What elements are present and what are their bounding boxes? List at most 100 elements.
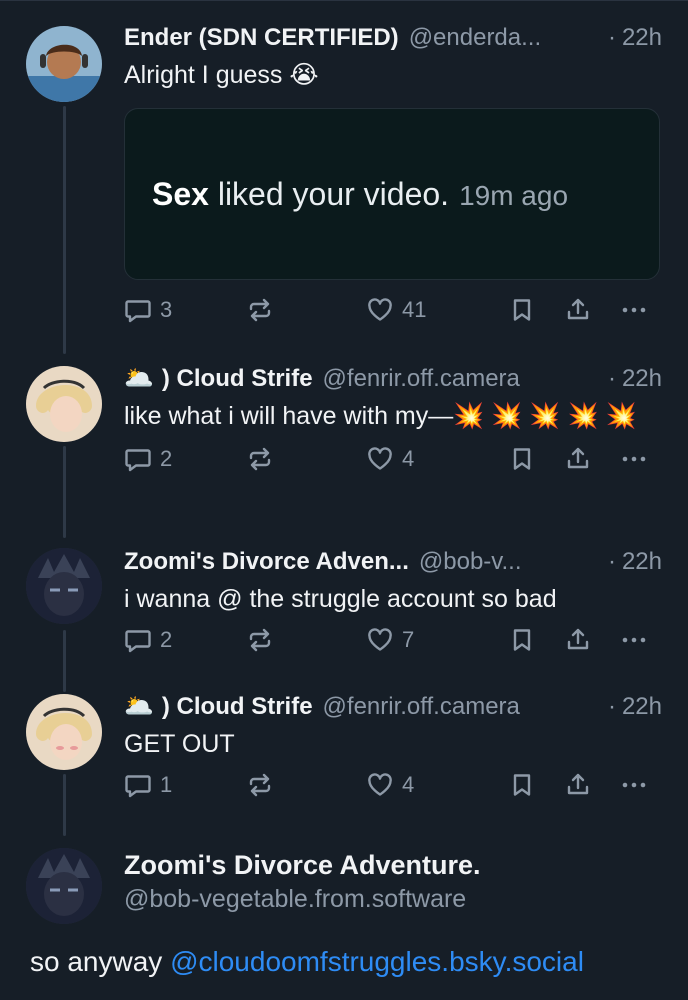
- like-count: 7: [402, 627, 415, 652]
- reply-button[interactable]: 3: [124, 296, 172, 324]
- share-icon: [564, 445, 592, 473]
- more-icon: [620, 296, 648, 324]
- avatar[interactable]: [26, 548, 102, 624]
- like-button[interactable]: 41: [366, 296, 426, 324]
- embed-time: 19m ago: [459, 179, 569, 211]
- user-handle[interactable]: @fenrir.off.camera: [323, 363, 520, 395]
- heart-icon: [366, 626, 394, 654]
- post-time[interactable]: 22h: [622, 22, 662, 54]
- repost-icon: [246, 626, 274, 654]
- reply-icon: [124, 771, 152, 799]
- like-count: 4: [402, 772, 415, 797]
- post-text-body: so anyway: [30, 946, 171, 977]
- bookmark-button[interactable]: [508, 445, 536, 473]
- reply-button[interactable]: 1: [124, 771, 172, 799]
- name-emoji: 🌥️: [124, 692, 154, 720]
- avatar[interactable]: [26, 26, 102, 102]
- like-button[interactable]: 7: [366, 626, 414, 654]
- avatar[interactable]: [26, 848, 102, 924]
- display-name[interactable]: ) Cloud Strife: [162, 691, 313, 723]
- separator-dot: ·: [607, 693, 616, 720]
- user-handle[interactable]: @bob-vegetable.from.software: [124, 885, 662, 914]
- reply-icon: [124, 296, 152, 324]
- user-handle[interactable]: @bob-v...: [419, 546, 522, 578]
- more-icon: [620, 445, 648, 473]
- more-options-button[interactable]: [620, 771, 648, 799]
- user-handle[interactable]: @fenrir.off.camera: [323, 691, 520, 723]
- post-text: GET OUT: [124, 730, 235, 758]
- post-header: Zoomi's Divorce Adven... @bob-v... · 22h: [124, 546, 662, 578]
- mention-link[interactable]: @cloudoomfstruggles.bsky.social: [170, 946, 584, 977]
- share-button[interactable]: [564, 296, 592, 324]
- post-time[interactable]: 22h: [622, 691, 662, 723]
- share-button[interactable]: [564, 626, 592, 654]
- repost-button[interactable]: [246, 626, 274, 654]
- top-divider: [0, 0, 688, 1]
- more-options-button[interactable]: [620, 445, 648, 473]
- share-icon: [564, 296, 592, 324]
- avatar[interactable]: [26, 694, 102, 770]
- post-actions: 2 7: [124, 626, 662, 666]
- heart-icon: [366, 445, 394, 473]
- separator-dot: ·: [607, 365, 616, 392]
- separator-dot: ·: [607, 24, 616, 51]
- post-header: 🌥️ ) Cloud Strife @fenrir.off.camera · 2…: [124, 362, 662, 395]
- share-button[interactable]: [564, 771, 592, 799]
- repost-icon: [246, 296, 274, 324]
- reply-button[interactable]: 2: [124, 626, 172, 654]
- thread-line: [63, 630, 66, 692]
- bookmark-icon: [508, 771, 536, 799]
- reply-icon: [124, 445, 152, 473]
- reply-icon: [124, 626, 152, 654]
- more-options-button[interactable]: [620, 626, 648, 654]
- post-header: 🌥️ ) Cloud Strife @fenrir.off.camera · 2…: [124, 690, 662, 723]
- avatar[interactable]: [26, 366, 102, 442]
- bookmark-icon: [508, 296, 536, 324]
- display-name[interactable]: Zoomi's Divorce Adventure.: [124, 850, 662, 881]
- like-button[interactable]: 4: [366, 771, 414, 799]
- post-header: Ender (SDN CERTIFIED) @enderda... · 22h: [124, 22, 662, 54]
- image-embed[interactable]: Sex liked your video. 19m ago: [124, 108, 660, 280]
- post-actions: 3 41: [124, 296, 662, 336]
- separator-dot: ·: [607, 548, 616, 575]
- post-actions: 1 4: [124, 771, 662, 811]
- repost-button[interactable]: [246, 445, 274, 473]
- reply-count: 3: [160, 297, 173, 322]
- reply-count: 1: [160, 772, 173, 797]
- post-text: Alright I guess 😭: [124, 61, 319, 89]
- post-text: so anyway @cloudoomfstruggles.bsky.socia…: [30, 946, 584, 978]
- share-button[interactable]: [564, 445, 592, 473]
- repost-button[interactable]: [246, 771, 274, 799]
- name-emoji: 🌥️: [124, 364, 154, 392]
- bookmark-button[interactable]: [508, 626, 536, 654]
- like-count: 4: [402, 446, 415, 471]
- post-actions: 2 4: [124, 445, 662, 485]
- thread-line: [63, 106, 66, 354]
- more-icon: [620, 626, 648, 654]
- share-icon: [564, 626, 592, 654]
- thread-line: [63, 446, 66, 538]
- more-options-button[interactable]: [620, 296, 648, 324]
- post-text: like what i will have with my—💥 💥 💥 💥 💥: [124, 402, 637, 430]
- reply-button[interactable]: 2: [124, 445, 172, 473]
- like-button[interactable]: 4: [366, 445, 414, 473]
- display-name[interactable]: Zoomi's Divorce Adven...: [124, 546, 409, 578]
- user-handle[interactable]: @enderda...: [409, 22, 541, 54]
- heart-icon: [366, 771, 394, 799]
- repost-icon: [246, 445, 274, 473]
- display-name[interactable]: Ender (SDN CERTIFIED): [124, 22, 399, 54]
- reply-count: 2: [160, 627, 173, 652]
- bookmark-icon: [508, 445, 536, 473]
- bookmark-button[interactable]: [508, 296, 536, 324]
- repost-icon: [246, 771, 274, 799]
- more-icon: [620, 771, 648, 799]
- repost-button[interactable]: [246, 296, 274, 324]
- post-time[interactable]: 22h: [622, 363, 662, 395]
- reply-count: 2: [160, 446, 173, 471]
- bookmark-button[interactable]: [508, 771, 536, 799]
- share-icon: [564, 771, 592, 799]
- post-time[interactable]: 22h: [622, 546, 662, 578]
- bookmark-icon: [508, 626, 536, 654]
- display-name[interactable]: ) Cloud Strife: [162, 363, 313, 395]
- like-count: 41: [402, 297, 427, 322]
